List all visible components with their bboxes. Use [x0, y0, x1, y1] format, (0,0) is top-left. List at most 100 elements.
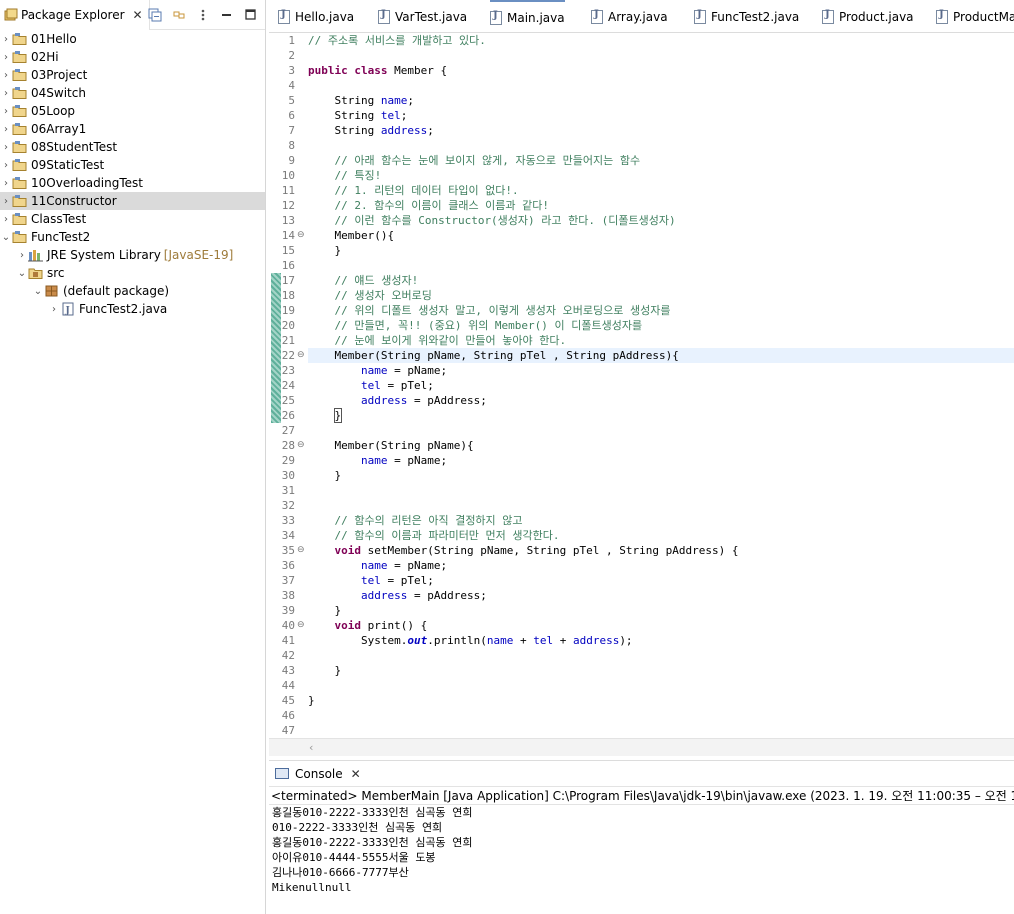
- line-number: 8: [288, 139, 295, 152]
- minimize-icon[interactable]: [220, 8, 234, 22]
- code-line: public class Member {: [308, 64, 448, 77]
- fold-toggle-icon[interactable]: ⊖: [297, 618, 305, 633]
- fold-toggle-icon[interactable]: ⊖: [297, 543, 305, 558]
- fold-toggle-icon[interactable]: ⊖: [297, 348, 305, 363]
- editor-tab-productmain[interactable]: ProductMa: [936, 0, 1014, 33]
- line-number: 38: [281, 589, 295, 602]
- expand-icon[interactable]: ›: [48, 300, 60, 318]
- tree-item-10overloadingtest[interactable]: › 10OverloadingTest: [0, 174, 265, 192]
- line-number: 46: [281, 709, 295, 722]
- expand-icon[interactable]: ›: [0, 156, 12, 174]
- package-explorer-icon: [4, 8, 18, 22]
- expand-icon[interactable]: ›: [0, 102, 12, 120]
- tree-item-02hi[interactable]: › 02Hi: [0, 48, 265, 66]
- editor-horizontal-scrollbar[interactable]: ‹: [269, 738, 1014, 756]
- console-view: Console ✕ <terminated> MemberMain [Java …: [269, 760, 1014, 914]
- expand-icon[interactable]: ›: [0, 66, 12, 84]
- expand-icon[interactable]: ›: [0, 30, 12, 48]
- tree-item-label: (default package): [63, 284, 170, 298]
- tree-item-label: 08StudentTest: [31, 140, 118, 154]
- tree-item-label: src: [47, 266, 65, 280]
- console-tab[interactable]: Console ✕: [269, 761, 367, 787]
- editor-tab-label: FuncTest2.java: [711, 9, 800, 24]
- editor-tab-functest2[interactable]: FuncTest2.java: [694, 0, 799, 33]
- tree-item-11constructor[interactable]: › 11Constructor: [0, 192, 265, 210]
- code-line: // 눈에 보이게 위와같이 만들어 놓아야 한다.: [334, 334, 567, 347]
- line-number: 13: [281, 214, 295, 227]
- expand-icon[interactable]: ›: [0, 138, 12, 156]
- code-line: }: [308, 604, 342, 617]
- console-output-line: 아이유010-4444-5555서울 도봉: [272, 851, 436, 864]
- collapse-all-icon[interactable]: [148, 8, 162, 22]
- code-line: // 생성자 오버로딩: [334, 289, 432, 302]
- collapse-icon[interactable]: ⌄: [0, 228, 12, 246]
- code-editor[interactable]: 1 2 3 4 5 6 7 8 9 10 11 12 13 14 ⊖ 15 16 17 18 19 20 21 22 ⊖ 23 2…: [269, 33, 1014, 738]
- expand-icon[interactable]: ›: [0, 48, 12, 66]
- close-icon[interactable]: ✕: [133, 8, 143, 22]
- editor-tab-main[interactable]: Main.java: [490, 0, 565, 33]
- console-status-line: <terminated> MemberMain [Java Applicatio…: [269, 789, 1014, 805]
- collapse-icon[interactable]: ⌄: [16, 264, 28, 282]
- expand-icon[interactable]: ›: [0, 84, 12, 102]
- console-tab-bar: Console ✕: [269, 761, 1014, 787]
- tree-item-label: 05Loop: [31, 104, 76, 118]
- editor-tab-array[interactable]: Array.java: [591, 0, 668, 33]
- java-file-icon: [694, 9, 706, 24]
- tree-item-01hello[interactable]: › 01Hello: [0, 30, 265, 48]
- line-number: 40: [281, 619, 295, 632]
- tree-item-09statictest[interactable]: › 09StaticTest: [0, 156, 265, 174]
- tree-item-03project[interactable]: › 03Project: [0, 66, 265, 84]
- expand-icon[interactable]: ›: [0, 174, 12, 192]
- tree-item-jre-system-library[interactable]: › JRE System Library [JavaSE-19]: [0, 246, 265, 264]
- expand-icon[interactable]: ›: [16, 246, 28, 264]
- line-number: 37: [281, 574, 295, 587]
- code-line: // 위의 디폴트 생성자 말고, 이렇게 생성자 오버로딩으로 생성자를: [334, 304, 671, 317]
- code-line: // 특징!: [334, 169, 382, 182]
- tree-item-functest2-java[interactable]: › J FuncTest2.java: [0, 300, 265, 318]
- tree-item-classtest[interactable]: › ClassTest: [0, 210, 265, 228]
- code-line: System.out.println(name + tel + address)…: [308, 634, 633, 647]
- code-line: // 1. 리턴의 데이터 타입이 없다!.: [334, 184, 519, 197]
- line-number: 3: [288, 64, 295, 77]
- expand-icon[interactable]: ›: [0, 210, 12, 228]
- tree-item-default-package[interactable]: ⌄ (default package): [0, 282, 265, 300]
- editor-tab-label: Array.java: [608, 9, 668, 24]
- tree-item-08studenttest[interactable]: › 08StudentTest: [0, 138, 265, 156]
- package-explorer-tab[interactable]: Package Explorer ✕: [0, 0, 150, 30]
- collapse-icon[interactable]: ⌄: [32, 282, 44, 300]
- tree-item-label: 09StaticTest: [31, 158, 105, 172]
- line-number: 5: [288, 94, 295, 107]
- link-editor-icon[interactable]: [172, 8, 186, 22]
- editor-tab-vartest[interactable]: VarTest.java: [378, 0, 467, 33]
- editor-tab-product[interactable]: Product.java: [822, 0, 914, 33]
- project-folder-icon: [12, 230, 28, 244]
- close-icon[interactable]: ✕: [351, 767, 361, 781]
- code-line: void print() {: [334, 619, 428, 632]
- tree-item-functest2[interactable]: ⌄ FuncTest2: [0, 228, 265, 246]
- line-number: 6: [288, 109, 295, 122]
- tree-item-label: 01Hello: [31, 32, 77, 46]
- fold-toggle-icon[interactable]: ⊖: [297, 228, 305, 243]
- tree-item-06array1[interactable]: › 06Array1: [0, 120, 265, 138]
- code-line: name = pName;: [360, 364, 448, 377]
- tree-item-label: 11Constructor: [31, 194, 117, 208]
- expand-icon[interactable]: ›: [0, 192, 12, 210]
- fold-toggle-icon[interactable]: ⊖: [297, 438, 305, 453]
- line-number: 14: [281, 229, 295, 242]
- tree-item-src[interactable]: ⌄ src: [0, 264, 265, 282]
- code-line: }: [308, 664, 342, 677]
- tree-item-05loop[interactable]: › 05Loop: [0, 102, 265, 120]
- console-output-line: 홍길동010-2222-3333인천 심곡동 연희: [272, 806, 473, 819]
- tree-item-04switch[interactable]: › 04Switch: [0, 84, 265, 102]
- code-line: // 주소록 서비스를 개발하고 있다.: [308, 34, 486, 47]
- view-menu-icon[interactable]: [196, 8, 210, 22]
- editor-tab-hello[interactable]: Hello.java: [278, 0, 354, 33]
- scroll-left-icon[interactable]: ‹: [309, 741, 313, 754]
- expand-icon[interactable]: ›: [0, 120, 12, 138]
- maximize-icon[interactable]: [244, 8, 258, 22]
- line-number: 39: [281, 604, 295, 617]
- line-number: 10: [281, 169, 295, 182]
- console-output[interactable]: 홍길동010-2222-3333인천 심곡동 연희 010-2222-3333인…: [269, 805, 1014, 895]
- project-folder-icon: [12, 68, 28, 82]
